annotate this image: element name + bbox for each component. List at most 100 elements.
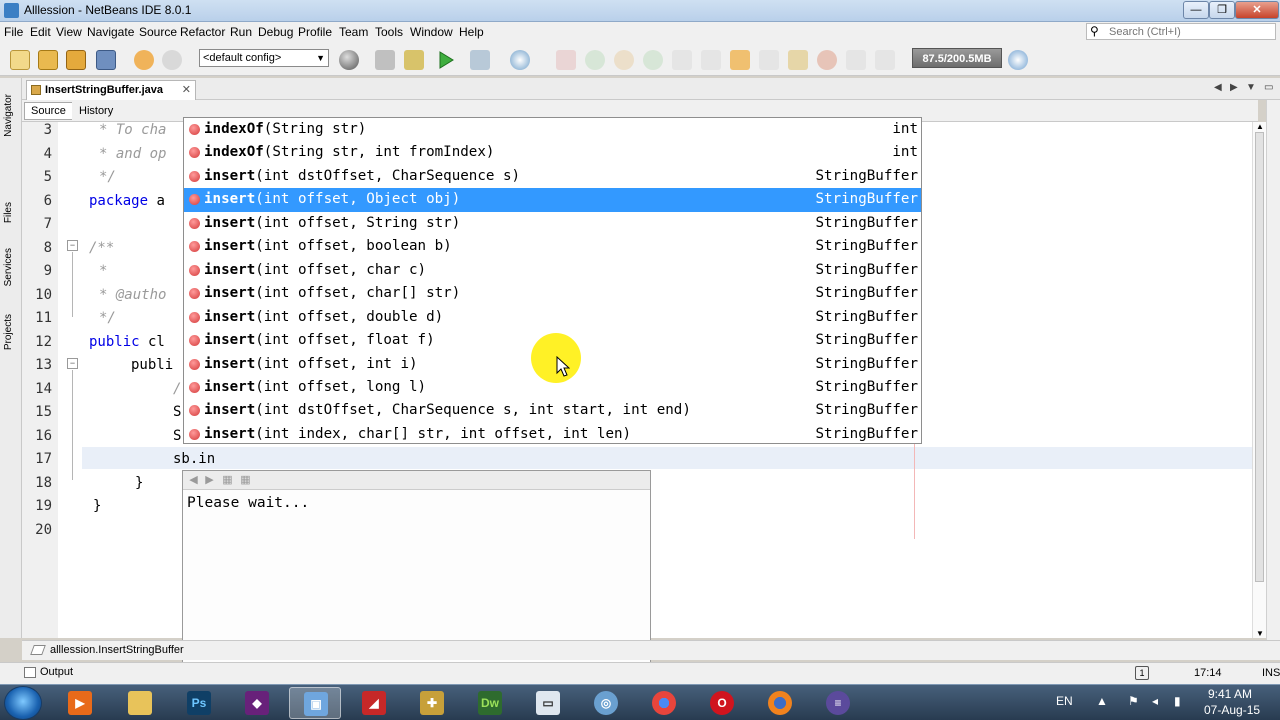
maximize-button[interactable]: ❐ xyxy=(1209,1,1235,19)
completion-item[interactable]: indexOf(String str, int fromIndex) int xyxy=(184,141,921,164)
source-button[interactable]: Source xyxy=(24,102,73,120)
gc-icon[interactable] xyxy=(1008,50,1028,70)
code-line[interactable]: S xyxy=(173,428,181,444)
completion-item[interactable]: insert(int offset, Object obj) StringBuff… xyxy=(184,188,921,212)
taskbar-eclipse[interactable]: ≡ xyxy=(812,687,864,719)
sidebar-tab-services[interactable]: Services xyxy=(3,248,14,286)
action-center-icon[interactable]: ⚑ xyxy=(1128,694,1139,708)
code-line[interactable]: S xyxy=(173,404,181,420)
step-over-icon[interactable] xyxy=(672,50,692,70)
taskbar-window[interactable]: ▭ xyxy=(522,687,574,719)
continue-icon[interactable] xyxy=(643,50,663,70)
menu-file[interactable]: File xyxy=(4,25,23,39)
open-in-browser-icon[interactable]: ▦ xyxy=(221,474,234,487)
code-line[interactable]: */ xyxy=(99,310,116,326)
completion-item[interactable]: indexOf(String str) int xyxy=(184,118,921,141)
completion-item[interactable]: insert(int offset, char[] str) StringBuff… xyxy=(184,282,921,305)
output-tab[interactable]: Output xyxy=(22,666,73,678)
completion-item[interactable]: insert(int dstOffset, CharSequence s) Str… xyxy=(184,165,921,188)
tray-expand-icon[interactable]: ▲ xyxy=(1096,694,1108,708)
taskbar-chrome[interactable] xyxy=(638,687,690,719)
minimize-button[interactable]: — xyxy=(1183,1,1209,19)
taskbar-opera[interactable]: O xyxy=(696,687,748,719)
menu-navigate[interactable]: Navigate xyxy=(87,25,134,39)
memory-meter[interactable]: 87.5/200.5MB xyxy=(912,48,1002,68)
code-line[interactable]: * xyxy=(99,263,107,279)
sidebar-tab-navigator[interactable]: Navigator xyxy=(3,94,14,137)
menu-debug[interactable]: Debug xyxy=(258,25,293,39)
code-line[interactable]: * and op xyxy=(99,146,166,162)
completion-item[interactable]: insert(int dstOffset, CharSequence s, in… xyxy=(184,399,921,422)
code-line[interactable]: /** xyxy=(89,240,114,256)
close-tab-icon[interactable]: ✕ xyxy=(182,81,191,99)
menu-source[interactable]: Source xyxy=(139,25,177,39)
quick-search[interactable]: ⚲ xyxy=(1086,23,1276,40)
notification-icon[interactable]: 1 xyxy=(1135,666,1149,680)
speaker-icon[interactable]: ◂ xyxy=(1152,694,1158,708)
clock-time[interactable]: 9:41 AM xyxy=(1208,687,1252,701)
menu-run[interactable]: Run xyxy=(230,25,252,39)
code-completion-popup[interactable]: indexOf(String str) int indexOf(String str… xyxy=(183,117,922,444)
taskbar-netbeans[interactable]: ▣ xyxy=(289,687,341,719)
run-icon[interactable] xyxy=(436,50,456,70)
scroll-thumb[interactable] xyxy=(1255,132,1264,582)
code-line[interactable]: sb.in xyxy=(173,451,215,467)
history-button[interactable]: History xyxy=(72,102,121,120)
profile-icon[interactable] xyxy=(510,50,530,70)
taskbar-tools[interactable]: ✚ xyxy=(406,687,458,719)
taskbar-photoshop[interactable]: Ps xyxy=(173,687,225,719)
taskbar-visual-studio[interactable]: ◆ xyxy=(231,687,283,719)
build-hammer-icon[interactable] xyxy=(375,50,395,70)
code-line[interactable]: } xyxy=(135,475,143,491)
scroll-down-icon[interactable]: ▼ xyxy=(1256,629,1264,638)
taskbar-dreamweaver[interactable]: Dw xyxy=(464,687,516,719)
completion-item[interactable]: insert(int index, char[] str, int offset… xyxy=(184,423,921,446)
taskbar-explorer[interactable] xyxy=(114,687,166,719)
code-line[interactable]: package a xyxy=(89,193,165,209)
config-select[interactable]: <default config> ▼ xyxy=(199,49,329,67)
start-button[interactable] xyxy=(4,686,42,720)
taskbar-filezilla[interactable]: ◢ xyxy=(348,687,400,719)
redo-icon[interactable] xyxy=(162,50,182,70)
save-all-icon[interactable] xyxy=(96,50,116,70)
maximize-editor-icon[interactable]: ▭ xyxy=(1264,82,1273,93)
clock-date[interactable]: 07-Aug-15 xyxy=(1204,703,1260,717)
language-indicator[interactable]: EN xyxy=(1056,694,1073,708)
menu-refactor[interactable]: Refactor xyxy=(180,25,225,39)
take-snapshot-icon[interactable] xyxy=(817,50,837,70)
fold-toggle[interactable]: − xyxy=(67,240,78,251)
completion-item[interactable]: insert(int offset, boolean b) StringBuffe… xyxy=(184,235,921,258)
menu-edit[interactable]: Edit xyxy=(30,25,51,39)
forward-icon[interactable]: ▶ xyxy=(203,474,216,487)
pause-icon[interactable] xyxy=(614,50,634,70)
menu-team[interactable]: Team xyxy=(339,25,368,39)
search-input[interactable] xyxy=(1109,25,1269,39)
close-button[interactable]: ✕ xyxy=(1235,1,1279,19)
fold-toggle[interactable]: − xyxy=(67,358,78,369)
new-file-icon[interactable] xyxy=(10,50,30,70)
open-project-icon[interactable] xyxy=(66,50,86,70)
menu-profile[interactable]: Profile xyxy=(298,25,332,39)
code-line[interactable]: / xyxy=(173,381,181,397)
step-icon[interactable] xyxy=(585,50,605,70)
code-line[interactable]: publi xyxy=(131,357,173,373)
tab-list-icon[interactable]: ▼ xyxy=(1246,82,1256,93)
new-project-icon[interactable] xyxy=(38,50,58,70)
network-icon[interactable]: ▮ xyxy=(1174,694,1181,708)
scroll-up-icon[interactable]: ▲ xyxy=(1256,122,1264,131)
menu-window[interactable]: Window xyxy=(410,25,453,39)
menu-view[interactable]: View xyxy=(56,25,82,39)
breadcrumb[interactable]: alllession.InsertStringBuffer xyxy=(30,644,184,656)
step-into-icon[interactable] xyxy=(701,50,721,70)
attach-icon[interactable] xyxy=(846,50,866,70)
code-line[interactable]: * To cha xyxy=(99,122,166,138)
completion-item[interactable]: insert(int offset, char c) StringBuffer xyxy=(184,259,921,282)
goto-source-icon[interactable]: ▦ xyxy=(239,474,252,487)
tab-insertstringbuffer[interactable]: InsertStringBuffer.java ✕ xyxy=(26,80,196,100)
sidebar-tab-projects[interactable]: Projects xyxy=(3,314,14,350)
taskbar-network[interactable]: ◎ xyxy=(580,687,632,719)
back-icon[interactable]: ◀ xyxy=(187,474,200,487)
scroll-right-icon[interactable]: ▶ xyxy=(1230,82,1238,93)
scroll-left-icon[interactable]: ◀ xyxy=(1214,82,1222,93)
clean-build-icon[interactable] xyxy=(404,50,424,70)
